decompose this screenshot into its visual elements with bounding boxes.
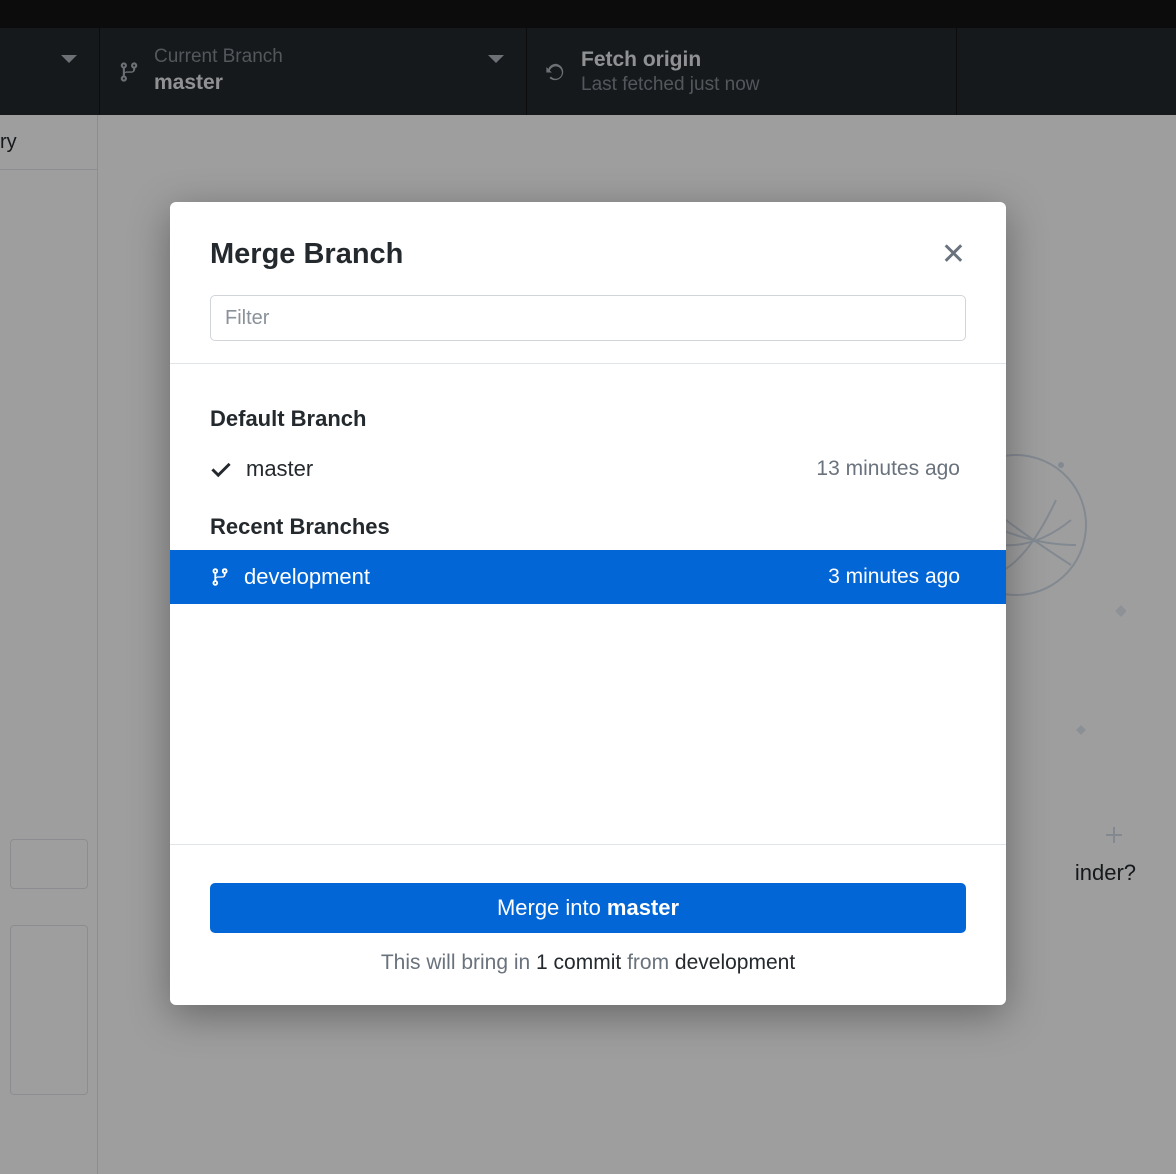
branch-name: master bbox=[246, 456, 313, 482]
dialog-footer: Merge into master This will bring in 1 c… bbox=[170, 844, 1006, 1005]
branch-row-master[interactable]: master 13 minutes ago bbox=[170, 442, 1006, 496]
branch-timestamp: 3 minutes ago bbox=[828, 565, 960, 589]
default-branch-heading: Default Branch bbox=[170, 386, 1006, 442]
branch-row-development[interactable]: development 3 minutes ago bbox=[170, 550, 1006, 604]
modal-overlay: Merge Branch ✕ Default Branch master 13 … bbox=[0, 0, 1176, 1174]
recent-branches-heading: Recent Branches bbox=[170, 496, 1006, 550]
merge-button[interactable]: Merge into master bbox=[210, 883, 966, 933]
dialog-title: Merge Branch bbox=[210, 238, 403, 271]
merge-hint: This will bring in 1 commit from develop… bbox=[210, 951, 966, 975]
close-icon[interactable]: ✕ bbox=[941, 240, 966, 270]
git-branch-icon bbox=[210, 566, 230, 588]
merge-button-prefix: Merge into bbox=[497, 895, 601, 921]
branch-timestamp: 13 minutes ago bbox=[816, 457, 960, 481]
branch-name: development bbox=[244, 564, 370, 590]
merge-branch-dialog: Merge Branch ✕ Default Branch master 13 … bbox=[170, 202, 1006, 1005]
filter-input[interactable] bbox=[210, 295, 966, 341]
check-icon bbox=[210, 458, 232, 480]
merge-button-target: master bbox=[607, 895, 679, 921]
branch-list: Default Branch master 13 minutes ago Rec… bbox=[170, 364, 1006, 844]
